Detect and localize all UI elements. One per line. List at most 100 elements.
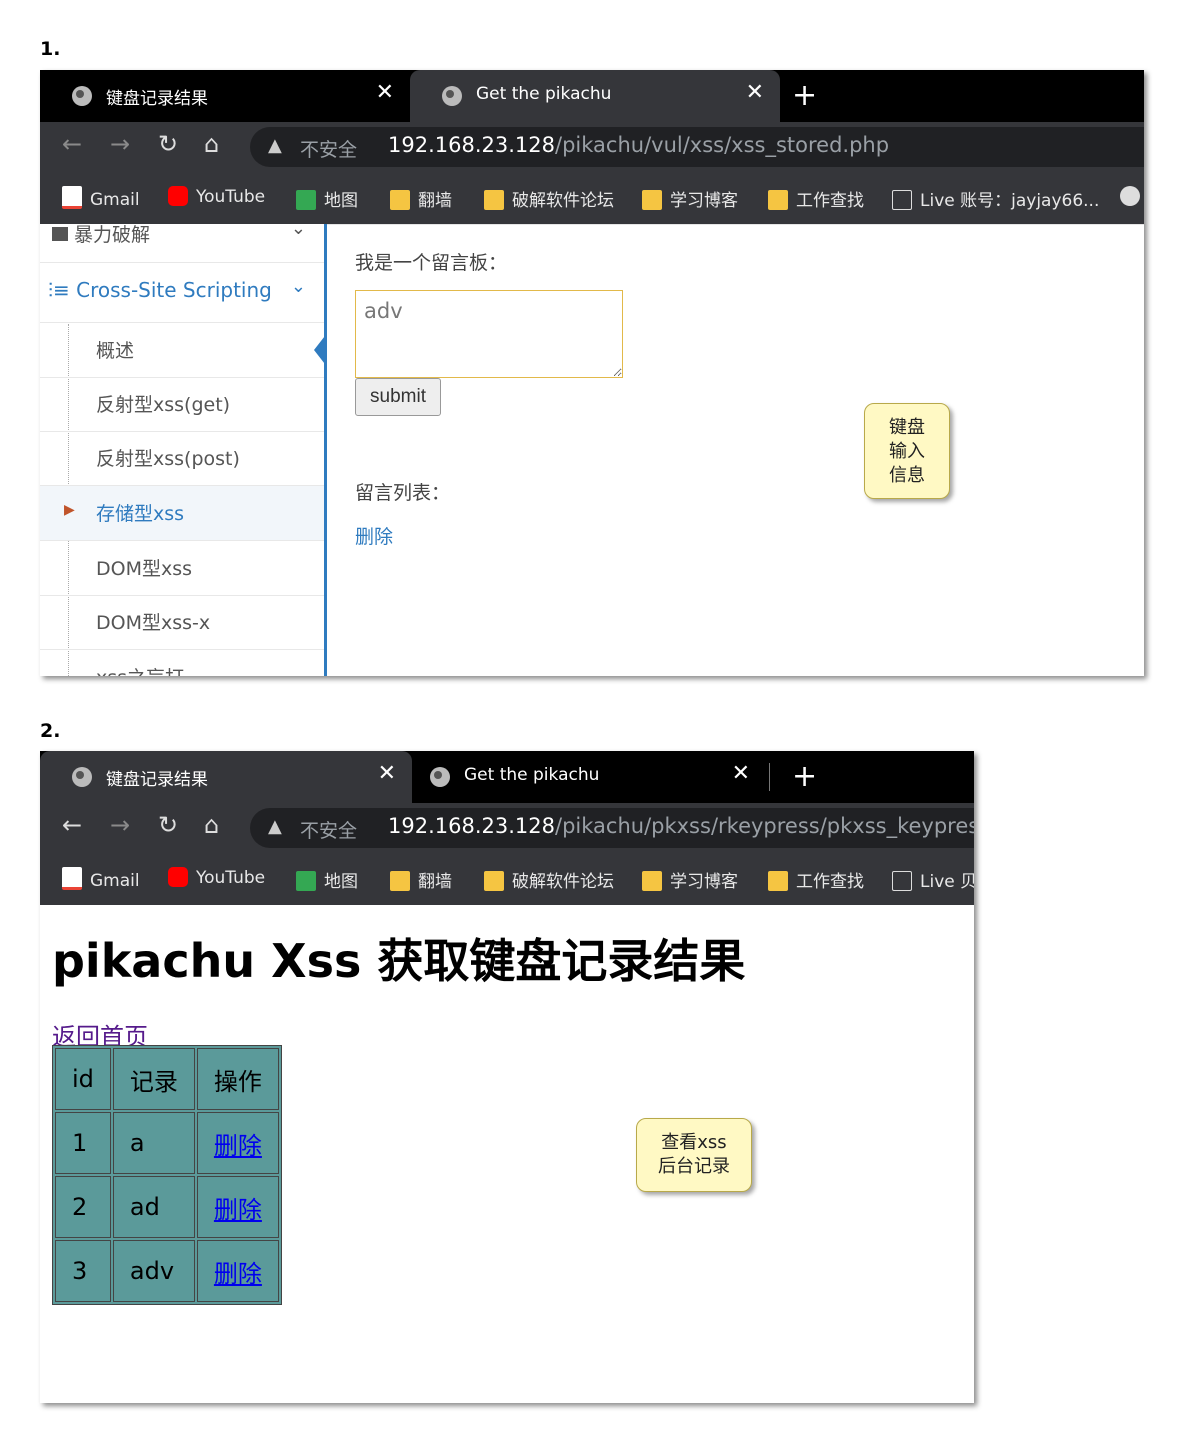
sidebar-item-reflected-get[interactable]: 反射型xss(get) (40, 377, 324, 432)
bookmark-youtube[interactable]: YouTube (168, 186, 265, 207)
bookmark-folder[interactable]: 工作查找 (768, 867, 864, 892)
tab-pikachu[interactable]: Get the pikachu ✕ (412, 751, 766, 803)
new-tab-button[interactable]: + (792, 759, 817, 794)
board-label: 我是一个留言板： (355, 252, 508, 274)
globe-icon (1120, 186, 1140, 206)
new-tab-button[interactable]: + (792, 78, 817, 113)
list-label: 留言列表： (355, 482, 451, 504)
address-bar[interactable]: ▲ 不安全 192.168.23.128/pikachu/pkxss/rkeyp… (250, 808, 974, 848)
home-icon[interactable]: ⌂ (204, 130, 219, 158)
security-label: 不安全 (300, 139, 358, 161)
cell-action: 删除 (196, 1112, 279, 1174)
bookmark-folder[interactable]: 工作查找 (768, 186, 864, 211)
address-bar[interactable]: ▲ 不安全 192.168.23.128/pikachu/vul/xss/xss… (250, 127, 1144, 167)
folder-icon (768, 190, 788, 210)
bookmark-live[interactable]: Live 账号：jayjay66... (892, 186, 1099, 211)
lock-icon (52, 227, 68, 241)
youtube-icon (168, 186, 188, 206)
gmail-icon (62, 867, 82, 890)
close-icon[interactable]: ✕ (378, 761, 396, 786)
bookmark-more[interactable] (1120, 186, 1144, 207)
tab-separator (769, 763, 770, 791)
bookmark-maps[interactable]: 地图 (296, 867, 358, 892)
home-icon[interactable]: ⌂ (204, 811, 219, 839)
reload-icon[interactable]: ↻ (158, 130, 178, 158)
cell-id: 2 (55, 1176, 111, 1238)
globe-icon (430, 767, 450, 787)
back-icon[interactable]: ← (62, 130, 82, 158)
maps-icon (296, 190, 316, 210)
cell-record: ad (112, 1176, 195, 1238)
callout-note: 查看xss 后台记录 (636, 1118, 752, 1192)
tab-strip: 键盘记录结果 ✕ Get the pikachu ✕ + (40, 751, 974, 803)
close-icon[interactable]: ✕ (732, 761, 750, 786)
back-icon[interactable]: ← (62, 811, 82, 839)
bookmark-folder[interactable]: 学习博客 (642, 867, 738, 892)
table-row: 1 a 删除 (55, 1112, 279, 1174)
folder-icon (484, 190, 504, 210)
table-header-row: id 记录 操作 (55, 1048, 279, 1110)
url-host: 192.168.23.128 (388, 814, 555, 838)
folder-icon (642, 190, 662, 210)
bookmark-folder[interactable]: 破解软件论坛 (484, 186, 614, 211)
delete-link[interactable]: 删除 (214, 1260, 262, 1288)
bookmark-gmail[interactable]: Gmail (62, 867, 140, 891)
delete-link[interactable]: 删除 (214, 1196, 262, 1224)
url-text[interactable]: 192.168.23.128/pikachu/pkxss/rkeypress/p… (388, 814, 974, 838)
bookmark-gmail[interactable]: Gmail (62, 186, 140, 210)
tab-keylog[interactable]: 键盘记录结果 ✕ (40, 751, 412, 803)
bookmark-youtube[interactable]: YouTube (168, 867, 265, 888)
close-icon[interactable]: ✕ (746, 80, 764, 105)
chevron-down-icon: ⌄ (290, 218, 306, 239)
submit-button[interactable]: submit (355, 378, 441, 416)
sidebar-item-stored-xss[interactable]: ▶ 存储型xss (40, 486, 324, 541)
bookmark-live[interactable]: Live 贝 (892, 867, 974, 892)
sidebar-item-reflected-post[interactable]: 反射型xss(post) (40, 431, 324, 486)
sidebar-item-blind-xss[interactable]: xss之盲打 (40, 650, 324, 676)
forward-icon[interactable]: → (110, 811, 130, 839)
tab-strip: 键盘记录结果 ✕ Get the pikachu ✕ + (40, 70, 1144, 122)
active-indicator (314, 332, 328, 368)
cell-action: 删除 (196, 1240, 279, 1302)
cell-id: 1 (55, 1112, 111, 1174)
list-tree-icon: ⫶≡ (48, 278, 77, 302)
maps-icon (296, 871, 316, 891)
tab-keylog[interactable]: 键盘记录结果 ✕ (40, 70, 410, 122)
sidebar-item-overview[interactable]: 概述 (40, 323, 324, 378)
url-host: 192.168.23.128 (388, 133, 555, 157)
cell-record: a (112, 1112, 195, 1174)
toolbar: ← → ↻ ⌂ ▲ 不安全 192.168.23.128/pikachu/pkx… (40, 803, 974, 853)
main-content: pikachu Xss 获取键盘记录结果 返回首页 id 记录 操作 1 a 删… (40, 905, 974, 1403)
bookmark-folder[interactable]: 学习博客 (642, 186, 738, 211)
url-text[interactable]: 192.168.23.128/pikachu/vul/xss/xss_store… (388, 133, 889, 157)
caret-right-icon: ▶ (64, 502, 75, 518)
bookmarks-bar: Gmail YouTube 地图 翻墙 破解软件论坛 学习博客 工作查找 Liv… (40, 853, 974, 905)
tab-title: 键盘记录结果 (106, 89, 208, 109)
sidebar-item-dom-xss-x[interactable]: DOM型xss-x (40, 595, 324, 650)
delete-link[interactable]: 删除 (355, 522, 393, 549)
sidebar: 暴力破解 ⌄ ⫶≡ Cross-Site Scripting ⌄ 概述 反射型x… (40, 218, 327, 676)
sidebar-item-bruteforce[interactable]: 暴力破解 ⌄ (40, 208, 324, 263)
bookmark-folder[interactable]: 翻墙 (390, 186, 452, 211)
delete-link[interactable]: 删除 (214, 1132, 262, 1160)
sidebar-item-dom-xss[interactable]: DOM型xss (40, 541, 324, 596)
bookmark-folder[interactable]: 破解软件论坛 (484, 867, 614, 892)
callout-note: 键盘 输入 信息 (864, 403, 950, 499)
tab-title: Get the pikachu (464, 765, 600, 785)
folder-icon (390, 871, 410, 891)
url-path: /pikachu/pkxss/rkeypress/pkxss_keypress_… (555, 814, 974, 838)
bookmark-folder[interactable]: 翻墙 (390, 867, 452, 892)
youtube-icon (168, 867, 188, 887)
reload-icon[interactable]: ↻ (158, 811, 178, 839)
message-input[interactable] (355, 290, 623, 378)
step-label-1: 1. (40, 38, 61, 60)
tab-pikachu[interactable]: Get the pikachu ✕ (410, 70, 780, 122)
folder-icon (768, 871, 788, 891)
folder-icon (642, 871, 662, 891)
header-record: 记录 (112, 1048, 195, 1110)
close-icon[interactable]: ✕ (376, 80, 394, 105)
globe-icon (72, 86, 92, 106)
sidebar-section-xss[interactable]: ⫶≡ Cross-Site Scripting ⌄ (40, 262, 324, 323)
header-action: 操作 (196, 1048, 279, 1110)
forward-icon[interactable]: → (110, 130, 130, 158)
